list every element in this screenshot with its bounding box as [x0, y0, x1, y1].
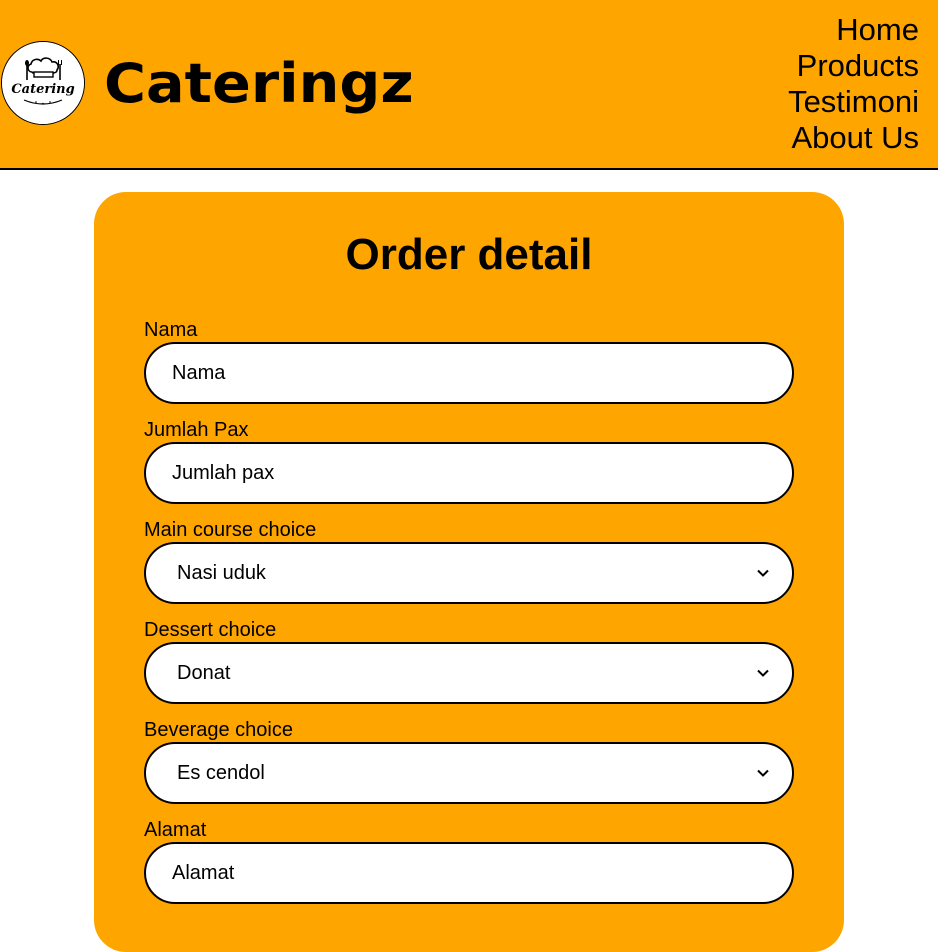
main-course-label: Main course choice: [144, 519, 317, 541]
jumlah-pax-input[interactable]: [144, 442, 794, 504]
chef-hat-icon: Catering: [2, 42, 84, 124]
main-course-value: Nasi uduk: [177, 561, 266, 584]
beverage-label: Beverage choice: [144, 719, 293, 741]
site-header: Catering Cateringz Home Products Testimo…: [0, 0, 938, 170]
nama-label: Nama: [144, 319, 198, 341]
chevron-down-icon: [757, 769, 769, 777]
nav-testimoni[interactable]: Testimoni: [788, 84, 919, 120]
form-title: Order detail: [345, 230, 593, 279]
dessert-label: Dessert choice: [144, 619, 277, 641]
beverage-value: Es cendol: [177, 761, 265, 784]
dessert-select[interactable]: Donat: [144, 642, 794, 704]
nav-products[interactable]: Products: [788, 48, 919, 84]
main-course-select[interactable]: Nasi uduk: [144, 542, 794, 604]
beverage-select[interactable]: Es cendol: [144, 742, 794, 804]
dessert-value: Donat: [177, 661, 231, 684]
chevron-down-icon: [757, 669, 769, 677]
nav-home[interactable]: Home: [788, 12, 919, 48]
alamat-label: Alamat: [144, 819, 207, 841]
nav-about-us[interactable]: About Us: [788, 120, 919, 156]
alamat-input[interactable]: [144, 842, 794, 904]
logo-script-text: Catering: [11, 82, 74, 97]
chevron-down-icon: [757, 569, 769, 577]
main-nav: Home Products Testimoni About Us: [788, 12, 919, 156]
nama-input[interactable]: [144, 342, 794, 404]
catering-logo[interactable]: Catering: [1, 41, 85, 125]
brand-name[interactable]: Cateringz: [104, 53, 414, 115]
jumlah-pax-label: Jumlah Pax: [144, 419, 249, 441]
